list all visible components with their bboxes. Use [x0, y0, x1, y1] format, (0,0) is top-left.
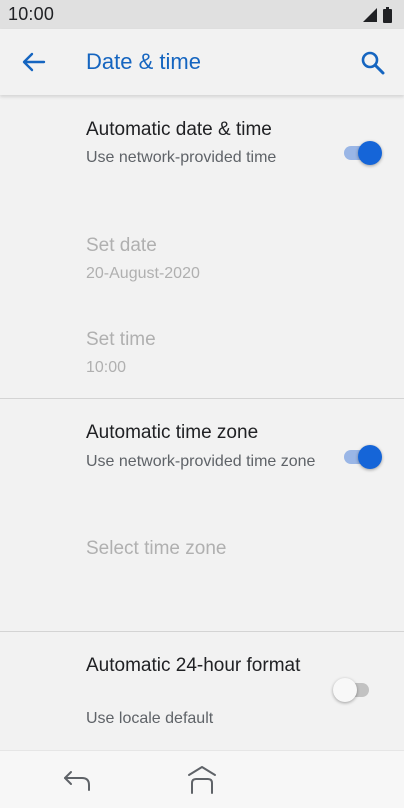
nav-back-icon[interactable] — [62, 768, 94, 794]
pref-title: Select time zone — [86, 538, 227, 559]
pref-title: Set date — [86, 235, 157, 256]
pref-select-time-zone[interactable]: Select time zone — [0, 515, 404, 615]
status-bar: 10:00 — [0, 0, 404, 29]
switch-thumb — [333, 678, 357, 702]
nav-home-icon[interactable] — [186, 763, 218, 797]
page-title: Date & time — [86, 49, 201, 74]
switch-thumb — [358, 141, 382, 165]
pref-automatic-time-zone[interactable]: Automatic time zone Use network-provided… — [0, 399, 404, 511]
status-icons — [363, 6, 392, 23]
settings-list: Automatic date & time Use network-provid… — [0, 95, 404, 750]
app-bar: Date & time — [0, 29, 404, 95]
pref-title: Automatic date & time — [86, 119, 272, 140]
status-time: 10:00 — [8, 4, 55, 24]
pref-summary: Use network-provided time zone — [86, 453, 316, 470]
switch-thumb — [358, 445, 382, 469]
pref-title: Set time — [86, 329, 156, 350]
battery-icon — [383, 6, 392, 23]
pref-automatic-24-hour-format[interactable]: Automatic 24-hour format Use locale defa… — [0, 632, 404, 750]
pref-automatic-date-time[interactable]: Automatic date & time Use network-provid… — [0, 95, 404, 205]
pref-set-date[interactable]: Set date 20-August-2020 — [0, 215, 404, 305]
pref-summary: Use locale default — [86, 710, 214, 727]
signal-icon — [363, 7, 377, 22]
pref-summary: 10:00 — [86, 359, 127, 376]
pref-summary: Use network-provided time — [86, 149, 277, 166]
pref-summary: 20-August-2020 — [86, 265, 200, 282]
pref-set-time[interactable]: Set time 10:00 — [0, 307, 404, 397]
back-arrow-icon[interactable] — [20, 50, 48, 74]
auto-24h-switch[interactable] — [333, 677, 373, 703]
pref-title: Automatic time zone — [86, 422, 259, 443]
navigation-bar — [0, 750, 404, 808]
auto-timezone-switch[interactable] — [342, 444, 382, 470]
auto-datetime-switch[interactable] — [342, 140, 382, 166]
pref-title: Automatic 24-hour format — [86, 655, 301, 676]
search-icon[interactable] — [359, 49, 387, 77]
